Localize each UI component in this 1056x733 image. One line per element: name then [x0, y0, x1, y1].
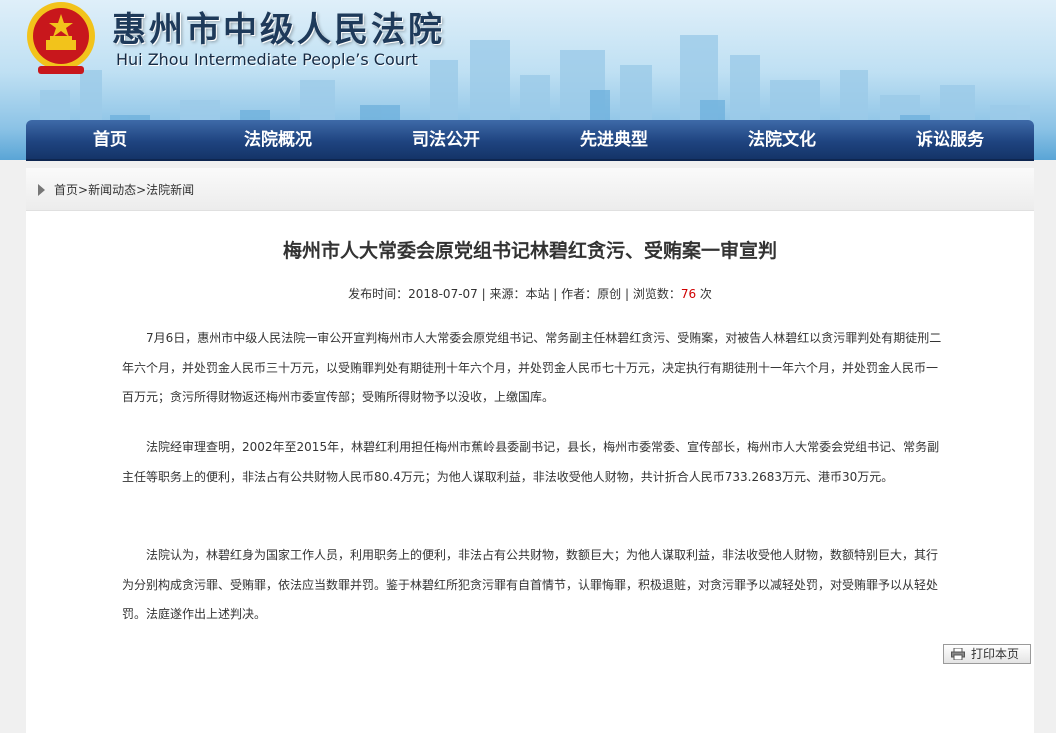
view-count: 76 [680, 287, 697, 301]
article-paragraph: 法院认为，林碧红身为国家工作人员，利用职务上的便利，非法占有公共财物，数额巨大；… [122, 548, 939, 621]
breadcrumb-home-link[interactable]: 首页 [54, 183, 78, 197]
nav-item-home[interactable]: 首页 [26, 120, 194, 159]
content-panel: 首页>新闻动态>法院新闻 梅州市人大常委会原党组书记林碧红贪污、受贿案一审宣判 … [26, 168, 1034, 733]
nav-item-court-overview[interactable]: 法院概况 [194, 120, 362, 159]
view-count-unit: 次 [696, 287, 712, 301]
breadcrumb-separator: > [136, 183, 147, 197]
breadcrumb-arrow-icon [38, 184, 45, 196]
breadcrumb-separator: > [78, 183, 89, 197]
breadcrumb-section-link[interactable]: 新闻动态 [88, 183, 136, 197]
article-paragraph: 7月6日，惠州市中级人民法院一审公开宣判梅州市人大常委会原党组书记、常务副主任林… [122, 331, 942, 404]
article-meta-info: 发布时间：2018-07-07 | 来源：本站 | 作者：原创 | 浏览数： [348, 287, 681, 301]
breadcrumb-current-link[interactable]: 法院新闻 [146, 183, 194, 197]
court-name-cn: 惠州市中级人民法院 [112, 10, 445, 50]
main-nav: 首页 法院概况 司法公开 先进典型 法院文化 诉讼服务 [26, 120, 1034, 161]
nav-item-exemplars[interactable]: 先进典型 [530, 120, 698, 159]
print-page-button[interactable]: 打印本页 [943, 644, 1031, 664]
national-emblem-icon [27, 2, 95, 74]
breadcrumb: 首页>新闻动态>法院新闻 [54, 181, 194, 198]
article-title: 梅州市人大常委会原党组书记林碧红贪污、受贿案一审宣判 [282, 240, 777, 262]
breadcrumb-bar: 首页>新闻动态>法院新闻 [26, 168, 1034, 211]
article-paragraph: 法院经审理查明，2002年至2015年，林碧红利用担任梅州市蕉岭县委副书记，县长… [122, 440, 940, 484]
print-page-label: 打印本页 [971, 647, 1020, 661]
nav-item-litigation-services[interactable]: 诉讼服务 [866, 120, 1034, 159]
court-name-en: Hui Zhou Intermediate People’s Court [116, 50, 418, 69]
nav-item-judicial-disclosure[interactable]: 司法公开 [362, 120, 530, 159]
printer-icon [951, 648, 965, 660]
article-meta: 发布时间：2018-07-07 | 来源：本站 | 作者：原创 | 浏览数：76… [26, 285, 1034, 302]
nav-item-court-culture[interactable]: 法院文化 [698, 120, 866, 159]
